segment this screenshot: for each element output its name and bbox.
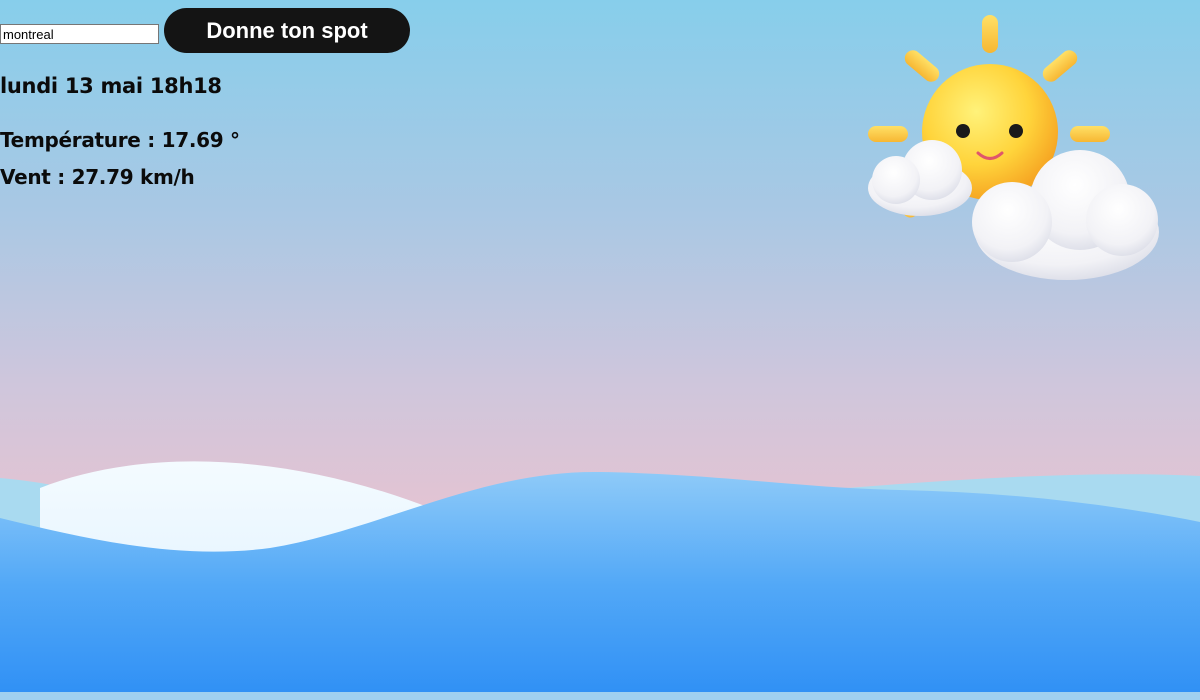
wind-label: Vent : 27.79 km/h: [0, 165, 195, 189]
ocean-waves: [0, 461, 1200, 700]
temperature-label: Température : 17.69 °: [0, 128, 240, 152]
city-search-input[interactable]: [0, 24, 159, 44]
submit-spot-button[interactable]: Donne ton spot: [164, 8, 410, 53]
date-time-label: lundi 13 mai 18h18: [0, 74, 222, 98]
bottom-strip: [0, 692, 1200, 700]
sun-behind-clouds-icon: [868, 15, 1159, 280]
